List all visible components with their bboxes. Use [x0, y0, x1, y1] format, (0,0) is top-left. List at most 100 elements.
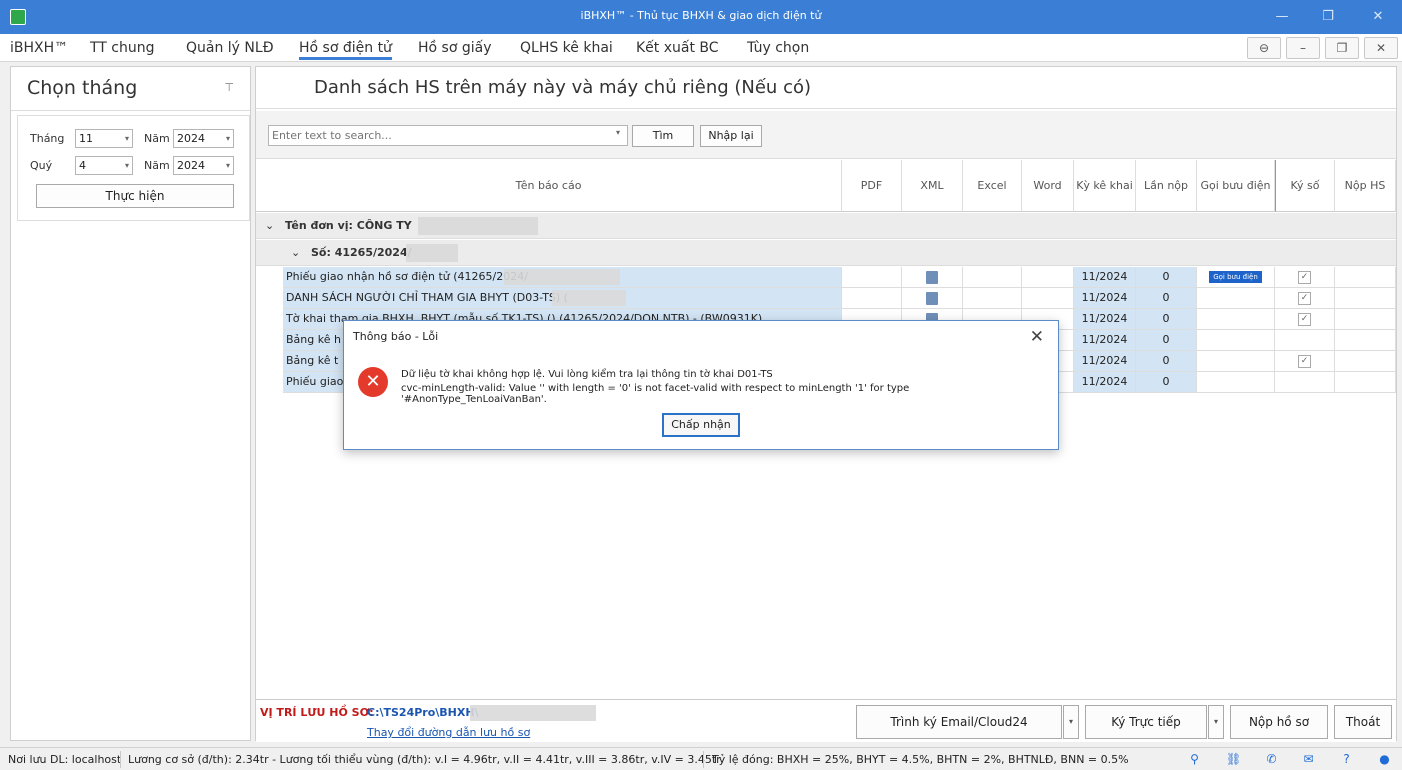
trinh-ky-dropdown[interactable]: ▾ [1063, 705, 1079, 739]
thang-value: 11 [79, 132, 93, 145]
ky-so-checkbox[interactable]: ✓ [1298, 291, 1311, 305]
col-ky-so[interactable]: Ký số [1275, 160, 1335, 212]
nam-label: Năm [144, 132, 170, 145]
xml-cell [902, 288, 963, 309]
lan-nop-cell: 0 [1136, 267, 1197, 288]
panel-title: Chọn tháng [27, 77, 138, 99]
empty-cell [1022, 267, 1074, 288]
nop-ho-so-button[interactable]: Nộp hồ sơ [1230, 705, 1328, 739]
menu-quan-ly-nld[interactable]: Quản lý NLĐ [186, 40, 274, 56]
ky-so-checkbox[interactable]: ✓ [1298, 312, 1311, 326]
ky-so-cell: ✓ [1275, 351, 1335, 372]
goi-buu-dien-cell [1197, 330, 1275, 351]
collapse-ribbon-button[interactable]: ⊖ [1247, 37, 1281, 59]
mdi-minimize-button[interactable]: – [1286, 37, 1320, 59]
nam-select[interactable]: 2024 ▾ [173, 129, 234, 148]
col-lan-nop[interactable]: Lần nộp [1136, 160, 1197, 212]
redacted-block [504, 269, 620, 285]
quy-select[interactable]: 4 ▾ [75, 156, 133, 175]
ky-ke-khai-cell: 11/2024 [1074, 309, 1136, 330]
ky-truc-tiep-button[interactable]: Ký Trực tiếp [1085, 705, 1207, 739]
chevron-down-icon[interactable]: ▾ [616, 128, 620, 137]
col-nop-hs[interactable]: Nộp HS [1335, 160, 1396, 212]
menu-tuy-chon[interactable]: Tùy chọn [747, 40, 809, 56]
chap-nhan-button[interactable]: Chấp nhận [662, 413, 740, 437]
lan-nop-cell: 0 [1136, 309, 1197, 330]
nam2-label: Năm [144, 159, 170, 172]
col-ten-bao-cao[interactable]: Tên báo cáo [256, 160, 842, 212]
search-input[interactable] [268, 125, 628, 146]
chat-icon[interactable]: ● [1377, 752, 1392, 767]
ky-ke-khai-cell: 11/2024 [1074, 330, 1136, 351]
ky-truc-tiep-dropdown[interactable]: ▾ [1208, 705, 1224, 739]
empty-cell [1335, 330, 1396, 351]
ky-so-checkbox[interactable]: ✓ [1298, 270, 1311, 284]
thoat-button[interactable]: Thoát [1334, 705, 1392, 739]
window-title: iBHXH™ - Thủ tục BHXH & giao dịch điện t… [580, 9, 822, 22]
thuc-hien-button[interactable]: Thực hiện [36, 184, 234, 208]
redacted-block [470, 705, 596, 721]
empty-cell [1335, 267, 1396, 288]
thang-select[interactable]: 11 ▾ [75, 129, 133, 148]
status-server: Nơi lưu DL: localhost [8, 753, 122, 766]
group-so-label: Số: 41265/2024/ [311, 246, 412, 259]
status-separator [120, 751, 121, 768]
group-row-don-vi[interactable]: ⌄ Tên đơn vị: CÔNG TY [256, 213, 1396, 239]
main-header: Danh sách HS trên máy này và máy chủ riê… [256, 67, 1396, 109]
empty-cell [1335, 288, 1396, 309]
ky-ke-khai-cell: 11/2024 [1074, 372, 1136, 393]
thang-label: Tháng [30, 132, 65, 145]
pin-icon[interactable]: ⊤ [224, 81, 234, 94]
ky-so-cell: ✓ [1275, 267, 1335, 288]
change-path-link[interactable]: Thay đổi đường dẫn lưu hồ sơ [367, 726, 530, 739]
error-icon: ✕ [358, 367, 388, 397]
nam-value: 2024 [177, 132, 205, 145]
ky-so-cell: ✓ [1275, 309, 1335, 330]
ky-so-checkbox[interactable]: ✓ [1298, 354, 1311, 368]
status-luong: Lương cơ sở (đ/th): 2.34tr - Lương tối t… [128, 753, 721, 766]
search-bar: ▾ Tìm Nhập lại [256, 111, 1396, 159]
menu-qlhs-ke-khai[interactable]: QLHS kê khai [520, 40, 613, 56]
panel-header: Chọn tháng ⊤ [11, 67, 250, 111]
menu-tt-chung[interactable]: TT chung [90, 40, 155, 56]
xml-file-icon[interactable] [926, 270, 938, 284]
mail-icon[interactable]: ✉ [1301, 752, 1316, 767]
phone-icon[interactable]: ✆ [1264, 752, 1279, 767]
chevron-down-icon[interactable]: ⌄ [265, 219, 274, 232]
nam2-select[interactable]: 2024 ▾ [173, 156, 234, 175]
restore-button[interactable]: ❐ [1316, 6, 1340, 28]
group-row-so[interactable]: ⌄ Số: 41265/2024/ [256, 240, 1396, 266]
status-separator [703, 751, 704, 768]
col-pdf[interactable]: PDF [842, 160, 902, 212]
chevron-down-icon[interactable]: ⌄ [291, 246, 300, 259]
ky-ke-khai-cell: 11/2024 [1074, 351, 1136, 372]
lan-nop-cell: 0 [1136, 288, 1197, 309]
menu-ho-so-giay[interactable]: Hồ sơ giấy [418, 40, 492, 56]
col-word[interactable]: Word [1022, 160, 1074, 212]
help-icon[interactable]: ? [1339, 752, 1354, 767]
table-row[interactable]: DANH SÁCH NGƯỜI CHỈ THAM GIA BHYT (D03-T… [256, 288, 1396, 309]
minimize-button[interactable]: — [1270, 6, 1294, 28]
table-row[interactable]: Phiếu giao nhận hồ sơ điện tử (41265/202… [256, 267, 1396, 288]
tim-button[interactable]: Tìm [632, 125, 694, 147]
xml-file-icon[interactable] [926, 291, 938, 305]
quy-label: Quý [30, 159, 53, 172]
close-icon[interactable]: ✕ [1030, 327, 1044, 347]
col-xml[interactable]: XML [902, 160, 963, 212]
menu-ket-xuat-bc[interactable]: Kết xuất BC [636, 40, 719, 56]
empty-cell [963, 288, 1022, 309]
col-ky-ke-khai[interactable]: Kỳ kê khai [1074, 160, 1136, 212]
chain-icon[interactable]: ⛓ [1226, 752, 1241, 767]
main-title: Danh sách HS trên máy này và máy chủ riê… [314, 77, 811, 98]
mdi-restore-button[interactable]: ❐ [1325, 37, 1359, 59]
col-goi-buu-dien[interactable]: Gọi bưu điện [1197, 160, 1275, 212]
trinh-ky-email-button[interactable]: Trình ký Email/Cloud24 [856, 705, 1062, 739]
nhap-lai-button[interactable]: Nhập lại [700, 125, 762, 147]
col-excel[interactable]: Excel [963, 160, 1022, 212]
link-icon[interactable]: ⚲ [1187, 752, 1202, 767]
mdi-close-button[interactable]: ✕ [1364, 37, 1398, 59]
menu-ibhxh[interactable]: iBHXH™ [10, 40, 68, 56]
close-button[interactable]: ✕ [1366, 6, 1390, 28]
menu-ho-so-dien-tu[interactable]: Hồ sơ điện tử [299, 40, 392, 60]
goi-buu-dien-button[interactable]: Gọi bưu điện [1209, 271, 1262, 283]
